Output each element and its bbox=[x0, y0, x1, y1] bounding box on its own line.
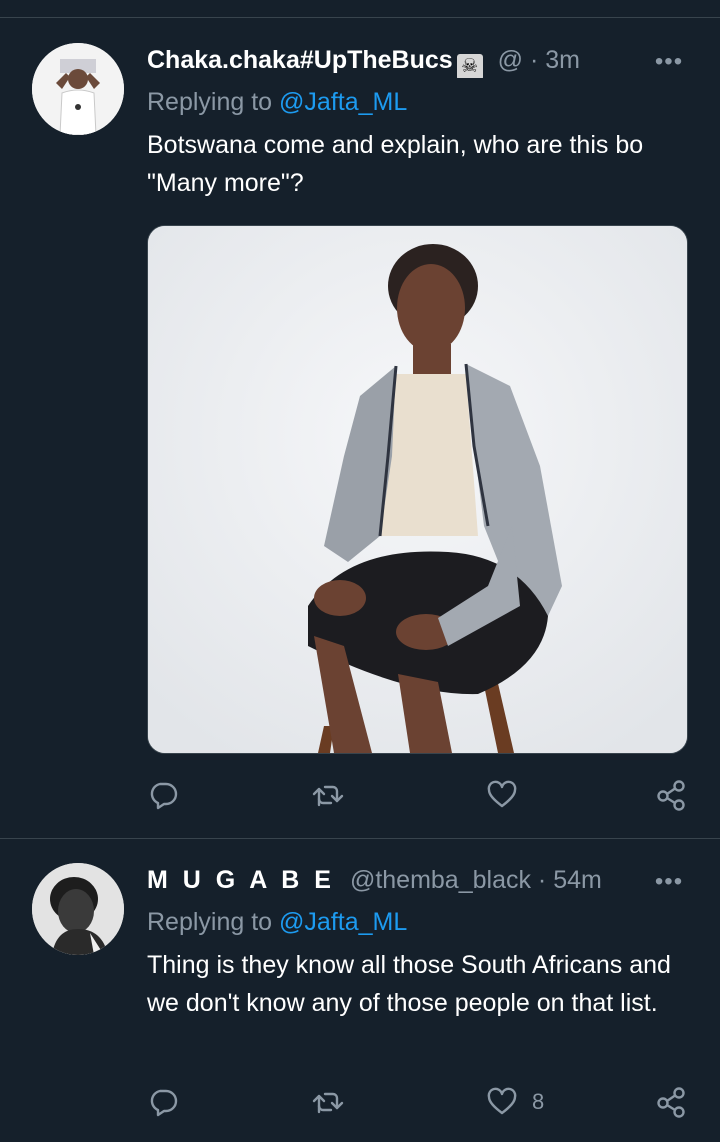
share-button[interactable] bbox=[655, 1082, 687, 1122]
tweet-text: Thing is they know all those South Afric… bbox=[147, 951, 671, 1017]
retweet-icon bbox=[312, 785, 344, 807]
share-icon bbox=[657, 780, 685, 811]
display-name[interactable]: M U G A B E bbox=[147, 866, 335, 894]
retweet-button[interactable] bbox=[311, 1082, 345, 1122]
timestamp[interactable]: 54m bbox=[553, 866, 602, 894]
heart-icon bbox=[487, 780, 517, 808]
handle[interactable]: @ bbox=[498, 46, 523, 74]
more-icon[interactable]: ••• bbox=[651, 50, 687, 74]
display-name[interactable]: Chaka.chaka#UpTheBucs bbox=[147, 46, 453, 74]
more-icon[interactable]: ••• bbox=[651, 870, 687, 894]
avatar-image bbox=[32, 43, 124, 135]
timestamp[interactable]: 3m bbox=[545, 46, 580, 74]
handle[interactable]: @themba_black bbox=[350, 866, 531, 894]
reply-button[interactable] bbox=[147, 1082, 179, 1122]
like-button[interactable] bbox=[486, 775, 532, 815]
tweet-header: M U G A B E @themba_black · 54m bbox=[147, 862, 650, 898]
reply-icon bbox=[150, 782, 178, 810]
like-button[interactable]: 8 bbox=[486, 1082, 544, 1122]
replying-to-handle[interactable]: @Jafta_ML bbox=[279, 908, 407, 936]
share-icon bbox=[657, 1087, 685, 1118]
tweet-text: Botswana come and explain, who are this … bbox=[147, 131, 644, 197]
separator-dot: · bbox=[537, 866, 547, 894]
like-count: 8 bbox=[532, 1089, 545, 1114]
share-button[interactable] bbox=[655, 775, 687, 815]
avatar[interactable] bbox=[32, 43, 124, 135]
skull-crossbones-icon: ☠ bbox=[456, 54, 483, 78]
tweet[interactable]: Chaka.chaka#UpTheBucs ☠ @ · 3m ••• Replyi… bbox=[0, 18, 720, 838]
replying-to: Replying to @Jafta_ML bbox=[147, 84, 407, 120]
tweet[interactable]: M U G A B E @themba_black · 54m ••• Repl… bbox=[0, 839, 720, 1142]
tweet-media-image[interactable] bbox=[147, 225, 688, 754]
photo-woman-seated bbox=[148, 226, 687, 753]
heart-icon bbox=[487, 1087, 517, 1115]
action-bar: 8 bbox=[147, 1082, 692, 1122]
replying-to-handle[interactable]: @Jafta_ML bbox=[279, 88, 407, 116]
tweet-header: Chaka.chaka#UpTheBucs ☠ @ · 3m bbox=[147, 42, 650, 78]
replying-to: Replying to @Jafta_ML bbox=[147, 904, 407, 940]
avatar-image bbox=[32, 863, 124, 955]
reply-button[interactable] bbox=[147, 775, 179, 815]
action-bar bbox=[147, 775, 692, 815]
reply-icon bbox=[150, 1089, 178, 1117]
replying-to-prefix: Replying to bbox=[147, 908, 280, 936]
replying-to-prefix: Replying to bbox=[147, 88, 280, 116]
retweet-icon bbox=[312, 1092, 344, 1114]
avatar[interactable] bbox=[32, 863, 124, 955]
retweet-button[interactable] bbox=[311, 775, 345, 815]
separator-dot: · bbox=[529, 46, 539, 74]
